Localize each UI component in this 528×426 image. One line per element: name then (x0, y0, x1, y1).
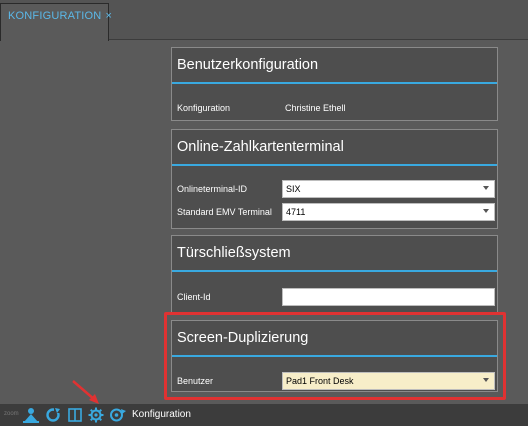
section-title: Benutzerkonfiguration (172, 48, 497, 84)
status-dim-text: zoom (4, 411, 19, 417)
tab-bar: KONFIGURATION × (0, 0, 528, 41)
client-id-input[interactable] (282, 288, 495, 306)
config-label: Konfiguration (177, 103, 231, 113)
config-row: Konfiguration Christine Ethell (177, 99, 493, 117)
tab-title: KONFIGURATION (8, 10, 102, 22)
tab-konfiguration[interactable]: KONFIGURATION × (0, 3, 112, 41)
config-value: Christine Ethell (285, 103, 346, 113)
sync-icon[interactable] (109, 407, 126, 423)
status-label: Konfiguration (132, 409, 191, 420)
client-id-label: Client-Id (177, 292, 211, 302)
section-online-terminal: Online-Zahlkartenterminal Onlineterminal… (171, 129, 498, 229)
terminal-id-select[interactable]: SIX (282, 180, 495, 198)
gear-icon[interactable] (88, 407, 104, 423)
section-title: Türschließsystem (172, 236, 497, 272)
emv-terminal-value: 4711 (286, 207, 306, 217)
close-icon[interactable]: × (105, 10, 112, 22)
refresh-icon[interactable] (45, 407, 61, 423)
chevron-down-icon (483, 209, 489, 213)
book-icon[interactable] (67, 407, 83, 423)
section-title: Online-Zahlkartenterminal (172, 130, 497, 166)
emv-terminal-label: Standard EMV Terminal (177, 207, 272, 217)
section-user-config: Benutzerkonfiguration Konfiguration Chri… (171, 47, 498, 121)
highlight-frame (164, 312, 506, 400)
terminal-id-label: Onlineterminal-ID (177, 184, 248, 194)
status-bar: zoom Konfiguration (0, 404, 528, 426)
person-icon[interactable] (22, 407, 40, 423)
terminal-id-value: SIX (286, 184, 301, 194)
emv-terminal-select[interactable]: 4711 (282, 203, 495, 221)
chevron-down-icon (483, 186, 489, 190)
section-door-lock: Türschließsystem Client-Id (171, 235, 498, 313)
